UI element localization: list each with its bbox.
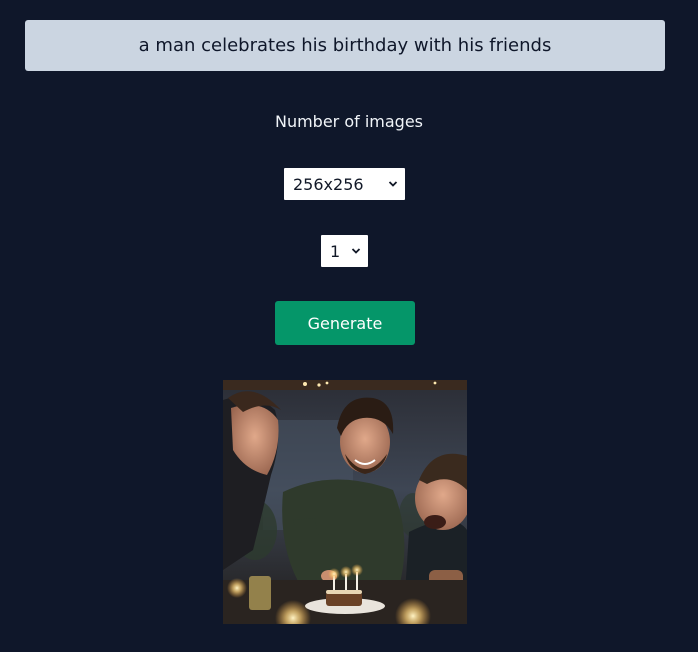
- number-of-images-label: Number of images: [274, 112, 424, 131]
- image-size-select[interactable]: 256x256: [284, 168, 405, 200]
- image-size-value: 256x256: [293, 174, 364, 194]
- generate-button[interactable]: Generate: [275, 301, 415, 345]
- generated-image-illustration: [223, 380, 467, 624]
- chevron-down-icon: [388, 181, 398, 187]
- image-count-select[interactable]: 1: [321, 235, 368, 267]
- generated-image: [223, 380, 467, 624]
- image-count-value: 1: [330, 241, 341, 261]
- prompt-input[interactable]: [25, 20, 665, 71]
- chevron-down-icon: [351, 248, 361, 254]
